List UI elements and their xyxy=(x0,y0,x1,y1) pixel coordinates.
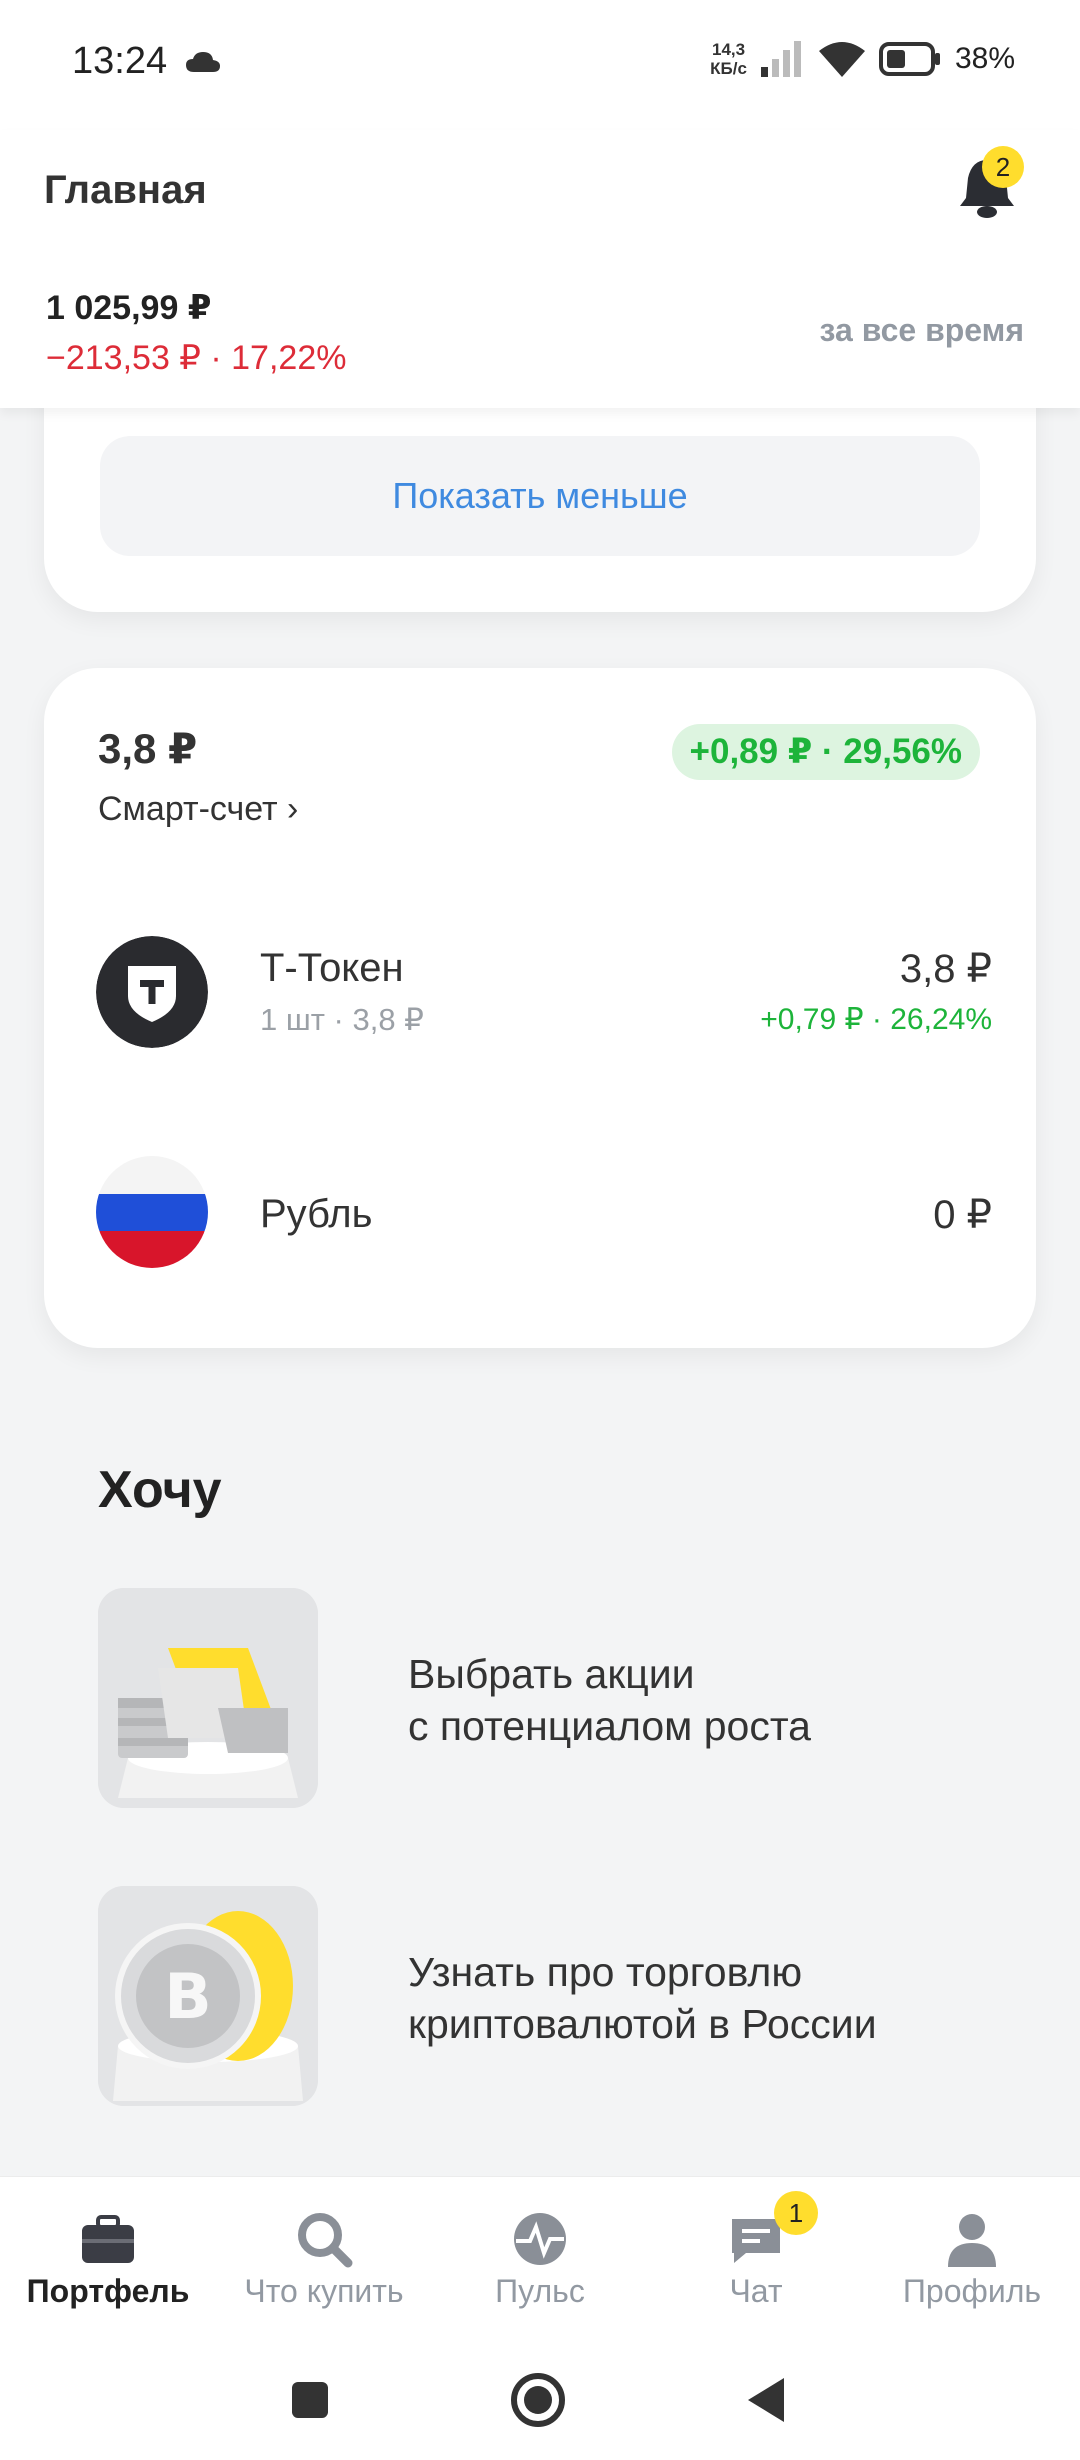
want-card: Хочу Выбрать акции с потенциалом роста B… xyxy=(44,1404,1036,2224)
want-item-text: Выбрать акции с потенциалом роста xyxy=(408,1648,811,1752)
system-navigation xyxy=(0,2356,1080,2460)
asset-change: +0,79 ₽ · 26,24% xyxy=(760,1003,992,1036)
nav-item-profile[interactable]: Профиль xyxy=(864,2177,1080,2357)
signal-icon xyxy=(760,41,801,77)
smart-account-change: +0,89 ₽ · 29,56% xyxy=(671,724,980,780)
russia-flag-icon xyxy=(96,1156,208,1268)
asset-value: 3,8 ₽ xyxy=(899,947,992,991)
nav-label: Чат xyxy=(729,2273,783,2309)
wifi-icon xyxy=(818,42,865,77)
nav-item-pulse[interactable]: Пульс xyxy=(432,2177,648,2357)
want-item-line: с потенциалом роста xyxy=(408,1703,811,1749)
back-icon[interactable] xyxy=(744,2376,788,2424)
network-speed-unit: КБ/с xyxy=(710,59,747,78)
want-item-line: криптовалютой в России xyxy=(408,2001,877,2047)
nav-label: Портфель xyxy=(26,2273,190,2309)
status-icons: 14,3 КБ/с 38% xyxy=(710,40,1015,78)
asset-row[interactable]: Рубль 0 ₽ xyxy=(44,1156,1036,1276)
home-icon[interactable] xyxy=(510,2372,566,2428)
nav-item-chat[interactable]: 1 Чат xyxy=(648,2177,864,2357)
recents-icon[interactable] xyxy=(290,2380,330,2420)
search-icon xyxy=(298,2213,353,2268)
network-speed: 14,3 КБ/с xyxy=(710,40,747,78)
want-item-text: Узнать про торговлю криптовалютой в Росс… xyxy=(408,1946,877,2050)
period-selector[interactable]: за все время xyxy=(820,312,1024,349)
page-title: Главная xyxy=(44,168,207,212)
stocks-illustration-icon xyxy=(98,1588,318,1808)
show-less-button[interactable]: Показать меньше xyxy=(100,436,980,556)
want-item-line: Выбрать акции xyxy=(408,1651,695,1697)
want-item-line: Узнать про торговлю xyxy=(408,1949,803,1995)
battery-percent: 38% xyxy=(954,42,1015,75)
pulse-icon xyxy=(514,2213,566,2265)
nav-label: Что купить xyxy=(244,2273,404,2309)
status-time: 13:24 xyxy=(72,40,168,82)
network-speed-value: 14,3 xyxy=(712,40,746,59)
asset-name: Рубль xyxy=(260,1192,373,1236)
t-token-icon xyxy=(96,936,208,1048)
battery-icon xyxy=(878,42,940,76)
nav-item-what-to-buy[interactable]: Что купить xyxy=(216,2177,432,2357)
portfolio-change: −213,53 ₽ · 17,22% xyxy=(46,339,347,377)
nav-label: Пульс xyxy=(495,2273,585,2309)
smart-account-link[interactable]: Смарт-счет › xyxy=(98,790,298,829)
asset-name: Т-Токен xyxy=(260,946,404,990)
notifications-badge: 2 xyxy=(982,146,1024,188)
want-item-stocks[interactable]: Выбрать акции с потенциалом роста xyxy=(98,1588,998,1810)
nav-label: Профиль xyxy=(902,2273,1042,2309)
want-item-crypto[interactable]: B Узнать про торговлю криптовалютой в Ро… xyxy=(98,1886,998,2108)
asset-quantity: 1 шт · 3,8 ₽ xyxy=(260,1002,424,1037)
asset-value: 0 ₽ xyxy=(933,1193,992,1237)
svg-text:B: B xyxy=(164,1960,211,2033)
asset-row[interactable]: Т-Токен 1 шт · 3,8 ₽ 3,8 ₽ +0,79 ₽ · 26,… xyxy=(44,936,1036,1056)
chat-badge: 1 xyxy=(774,2191,818,2235)
cloud-icon xyxy=(186,52,220,72)
portfolio-balance: 1 025,99 ₽ xyxy=(46,289,212,327)
smart-account-card: 3,8 ₽ Смарт-счет › +0,89 ₽ · 29,56% Т-То… xyxy=(44,668,1036,1348)
smart-account-amount: 3,8 ₽ xyxy=(98,725,198,772)
portfolio-header: Главная 2 1 025,99 ₽ −213,53 ₽ · 17,22% … xyxy=(0,130,1080,408)
want-title: Хочу xyxy=(98,1461,222,1519)
bitcoin-coin-icon: B xyxy=(98,1886,318,2106)
briefcase-icon xyxy=(82,2215,134,2263)
nav-item-portfolio[interactable]: Портфель xyxy=(0,2177,216,2357)
bottom-navigation: Портфель Что купить Пульс 1 Чат Профиль xyxy=(0,2176,1080,2356)
profile-icon xyxy=(948,2214,996,2267)
status-bar: 13:24 14,3 КБ/с 38% xyxy=(0,0,1080,130)
